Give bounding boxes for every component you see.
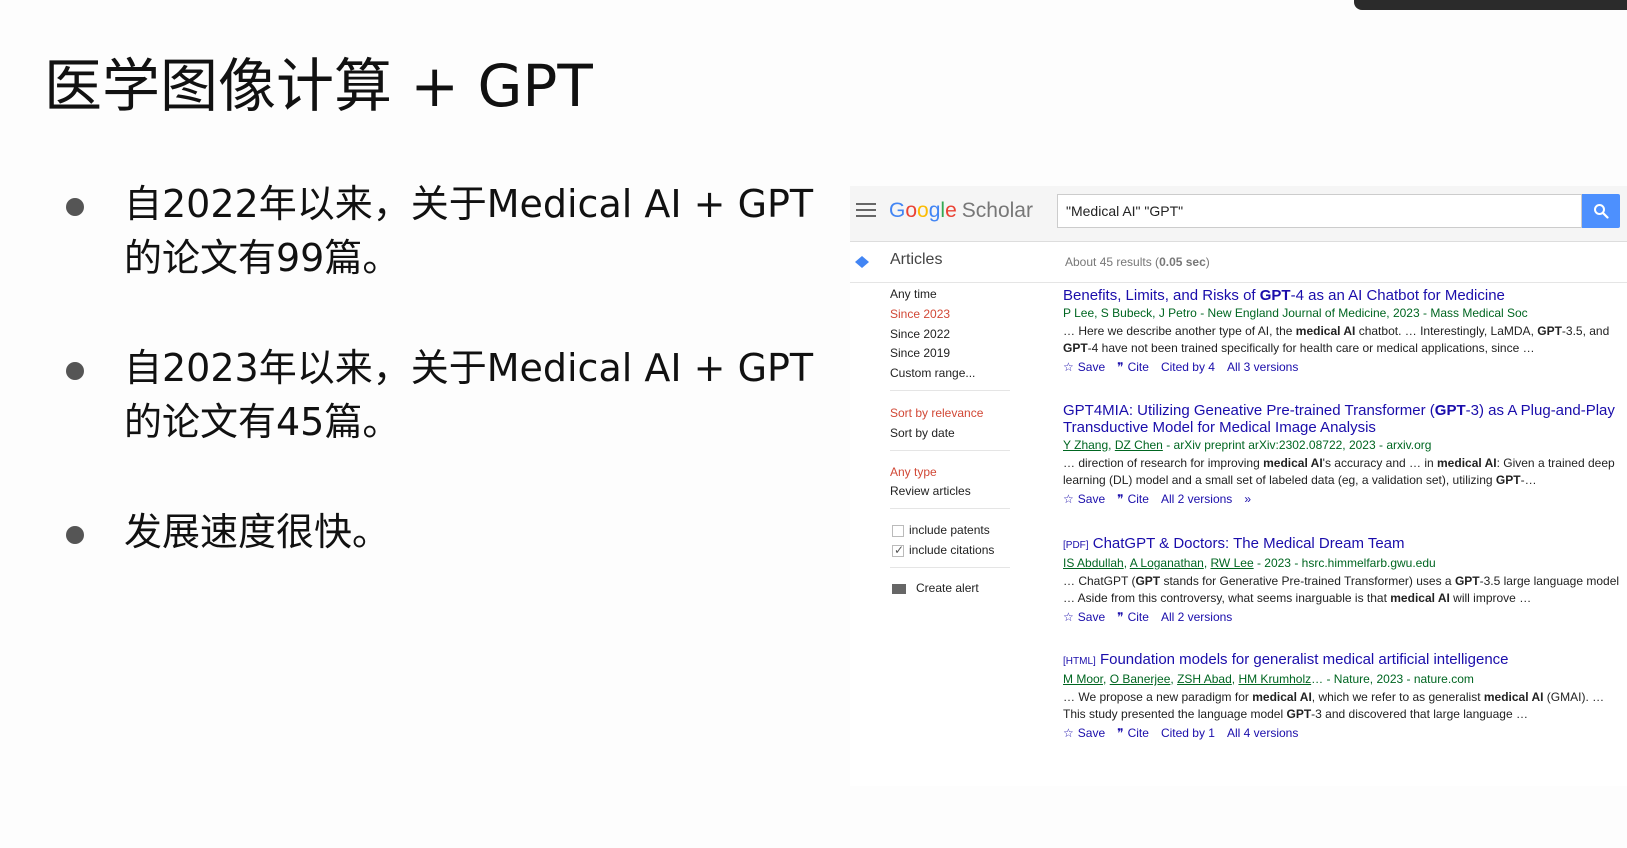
articles-label[interactable]: Articles [890, 251, 942, 269]
divider [890, 567, 1010, 568]
articles-icon [855, 256, 869, 268]
pdf-tag: [PDF] [1063, 540, 1089, 551]
result-snippet: … Here we describe another type of AI, t… [1063, 324, 1610, 355]
result-actions: ☆ Save ❞ Cite All 2 versions » [1063, 490, 1623, 508]
filter-any-type[interactable]: Any type [890, 465, 937, 479]
cited-by-link[interactable]: Cited by 1 [1161, 726, 1215, 740]
envelope-icon [892, 584, 906, 594]
star-icon: ☆ [1063, 492, 1074, 506]
filter-review-articles[interactable]: Review articles [890, 484, 971, 498]
slide-title: 医学图像计算 + GPT [44, 52, 593, 120]
result-title[interactable]: Foundation models for generalist medical… [1100, 651, 1509, 668]
menu-icon[interactable] [856, 203, 876, 219]
filter-since-2022[interactable]: Since 2022 [890, 327, 950, 341]
quote-icon: ❞ [1117, 726, 1124, 740]
articles-bar: Articles About 45 results (0.05 sec) [850, 243, 1627, 283]
cite-link[interactable]: Cite [1128, 492, 1149, 506]
star-icon: ☆ [1063, 726, 1074, 740]
results-count: About 45 results (0.05 sec) [1065, 255, 1210, 269]
bullet-dot [66, 198, 84, 216]
bullet-dot [66, 362, 84, 380]
bullet-dot [66, 526, 84, 544]
divider [890, 390, 1010, 391]
sort-by-date[interactable]: Sort by date [890, 426, 955, 440]
quote-icon: ❞ [1117, 610, 1124, 624]
save-link[interactable]: Save [1078, 726, 1105, 740]
result-authors: M Moor, O Banerjee, ZSH Abad, HM Krumhol… [1063, 672, 1474, 686]
google-scholar-logo[interactable]: Google Scholar [889, 196, 1033, 226]
include-citations-label: include citations [909, 543, 995, 557]
html-tag: [HTML] [1063, 656, 1096, 667]
bullet-text-line2: 的论文有99篇。 [124, 236, 401, 280]
result-title-row[interactable]: [HTML] Foundation models for generalist … [1063, 651, 1623, 670]
quote-icon: ❞ [1117, 360, 1124, 374]
result-title[interactable]: GPT4MIA: Utilizing Geneative Pre-trained… [1063, 402, 1623, 436]
create-alert-link[interactable]: Create alert [916, 581, 979, 595]
result-actions: ☆ Save ❞ Cite Cited by 4 All 3 versions [1063, 358, 1623, 376]
result-item: Benefits, Limits, and Risks of GPT-4 as … [1063, 287, 1623, 376]
result-authors: Y Zhang, DZ Chen - arXiv preprint arXiv:… [1063, 438, 1432, 452]
result-item: [HTML] Foundation models for generalist … [1063, 651, 1623, 742]
scholar-header: Google Scholar "Medical AI" "GPT" [850, 186, 1627, 242]
result-title[interactable]: ChatGPT & Doctors: The Medical Dream Tea… [1093, 535, 1405, 552]
bullet-text-line1: 自2022年以来，关于Medical AI + GPT [124, 182, 814, 226]
window-top-strip [1354, 0, 1627, 10]
versions-link[interactable]: All 2 versions [1161, 610, 1232, 624]
sort-by-relevance[interactable]: Sort by relevance [890, 406, 983, 420]
search-button[interactable] [1582, 194, 1620, 228]
divider [890, 508, 1010, 509]
result-authors: P Lee, S Bubeck, J Petro - New England J… [1063, 306, 1528, 320]
bullet-text-line2: 的论文有45篇。 [124, 400, 401, 444]
versions-link[interactable]: All 4 versions [1227, 726, 1298, 740]
save-link[interactable]: Save [1078, 360, 1105, 374]
result-item: [PDF] ChatGPT & Doctors: The Medical Dre… [1063, 535, 1623, 626]
bullet-text-line1: 自2023年以来，关于Medical AI + GPT [124, 346, 814, 390]
result-actions: ☆ Save ❞ Cite All 2 versions [1063, 608, 1623, 626]
quote-icon: ❞ [1117, 492, 1124, 506]
star-icon: ☆ [1063, 360, 1074, 374]
include-citations-checkbox[interactable]: ✓ [892, 543, 905, 557]
more-icon[interactable]: » [1244, 492, 1251, 506]
save-link[interactable]: Save [1078, 610, 1105, 624]
cited-by-link[interactable]: Cited by 4 [1161, 360, 1215, 374]
cite-link[interactable]: Cite [1128, 726, 1149, 740]
filter-custom-range[interactable]: Custom range... [890, 366, 975, 380]
result-snippet: … direction of research for improving me… [1063, 456, 1615, 487]
search-input[interactable]: "Medical AI" "GPT" [1057, 194, 1582, 228]
result-actions: ☆ Save ❞ Cite Cited by 1 All 4 versions [1063, 724, 1623, 742]
result-authors: IS Abdullah, A Loganathan, RW Lee - 2023… [1063, 556, 1436, 570]
include-patents-checkbox[interactable] [892, 525, 904, 537]
versions-link[interactable]: All 2 versions [1161, 492, 1232, 506]
result-title-row[interactable]: [PDF] ChatGPT & Doctors: The Medical Dre… [1063, 535, 1623, 554]
result-snippet: … We propose a new paradigm for medical … [1063, 690, 1605, 721]
star-icon: ☆ [1063, 610, 1074, 624]
cite-link[interactable]: Cite [1128, 360, 1149, 374]
save-link[interactable]: Save [1078, 492, 1105, 506]
google-scholar-screenshot: Google Scholar "Medical AI" "GPT" Article… [850, 186, 1627, 786]
include-patents-label: include patents [909, 523, 990, 537]
check-icon: ✓ [894, 543, 905, 557]
result-item: GPT4MIA: Utilizing Geneative Pre-trained… [1063, 402, 1623, 508]
result-snippet: … ChatGPT (GPT stands for Generative Pre… [1063, 574, 1620, 605]
filter-any-time[interactable]: Any time [890, 287, 937, 301]
bullet-text-line1: 发展速度很快。 [124, 510, 391, 554]
cite-link[interactable]: Cite [1128, 610, 1149, 624]
filter-since-2023[interactable]: Since 2023 [890, 307, 950, 321]
filter-since-2019[interactable]: Since 2019 [890, 346, 950, 360]
divider [890, 450, 1010, 451]
result-title[interactable]: Benefits, Limits, and Risks of GPT-4 as … [1063, 287, 1623, 304]
search-icon [1594, 204, 1609, 219]
versions-link[interactable]: All 3 versions [1227, 360, 1298, 374]
